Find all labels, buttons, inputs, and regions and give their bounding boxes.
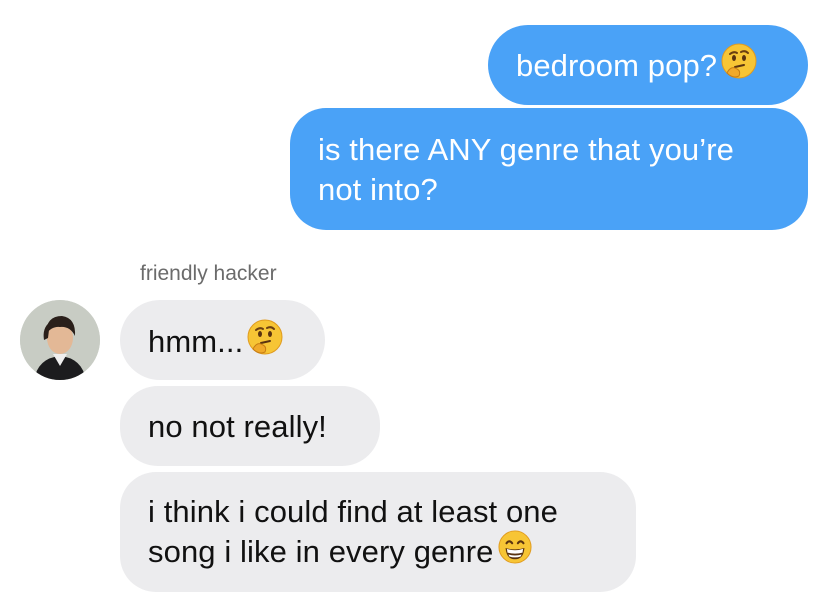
outgoing-message-bubble[interactable]: is there ANY genre that you’re not into?: [290, 108, 808, 230]
message-text: hmm...: [148, 324, 244, 360]
chat-thread: bedroom pop? is there ANY genre that you…: [0, 0, 828, 616]
message-text-line: song i like in every genre: [148, 534, 494, 570]
message-text-line: i think i could find at least one: [148, 494, 558, 529]
avatar[interactable]: [20, 300, 100, 380]
grinning-face-emoji-icon: [497, 530, 532, 574]
message-text: no not really!: [148, 409, 327, 444]
thinking-face-emoji-icon: [247, 319, 283, 365]
outgoing-message-bubble[interactable]: bedroom pop?: [488, 25, 808, 105]
avatar-photo-icon: [20, 300, 100, 380]
thinking-face-emoji-icon: [721, 43, 757, 89]
incoming-message-bubble[interactable]: no not really!: [120, 386, 380, 466]
incoming-message-bubble[interactable]: i think i could find at least one song i…: [120, 472, 636, 592]
incoming-message-bubble[interactable]: hmm...: [120, 300, 325, 380]
sender-name: friendly hacker: [140, 262, 277, 285]
message-text-line: is there ANY genre that you’re: [318, 132, 735, 167]
message-text: bedroom pop?: [516, 48, 718, 84]
message-text-line: not into?: [318, 172, 438, 207]
